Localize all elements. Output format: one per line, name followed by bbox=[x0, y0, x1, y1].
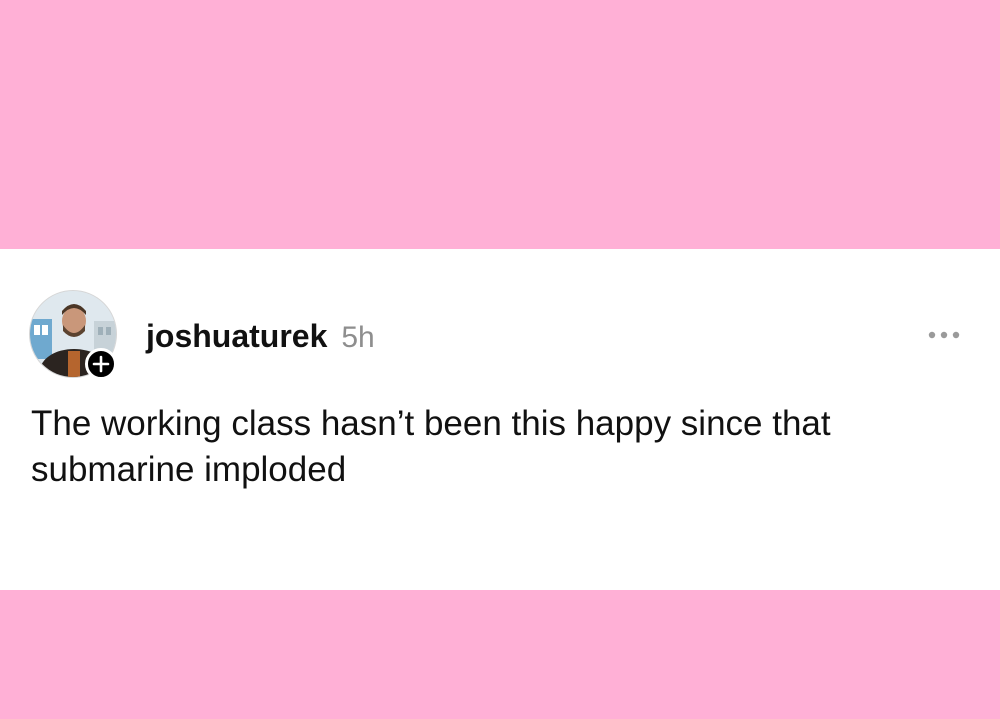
top-pink-band bbox=[0, 0, 1000, 249]
bottom-pink-band bbox=[0, 590, 1000, 719]
post-header: joshuaturek 5h bbox=[146, 316, 375, 358]
follow-button[interactable] bbox=[85, 348, 117, 380]
username-link[interactable]: joshuaturek bbox=[146, 316, 327, 356]
more-horizontal-icon bbox=[928, 331, 960, 339]
post-body-text: The working class hasn’t been this happy… bbox=[31, 404, 831, 489]
avatar-container[interactable] bbox=[29, 290, 117, 380]
plus-icon bbox=[92, 355, 110, 373]
more-options-button[interactable] bbox=[924, 323, 964, 347]
post-timestamp: 5h bbox=[341, 321, 375, 354]
post-card: joshuaturek 5h The working class hasn’t … bbox=[0, 249, 1000, 590]
